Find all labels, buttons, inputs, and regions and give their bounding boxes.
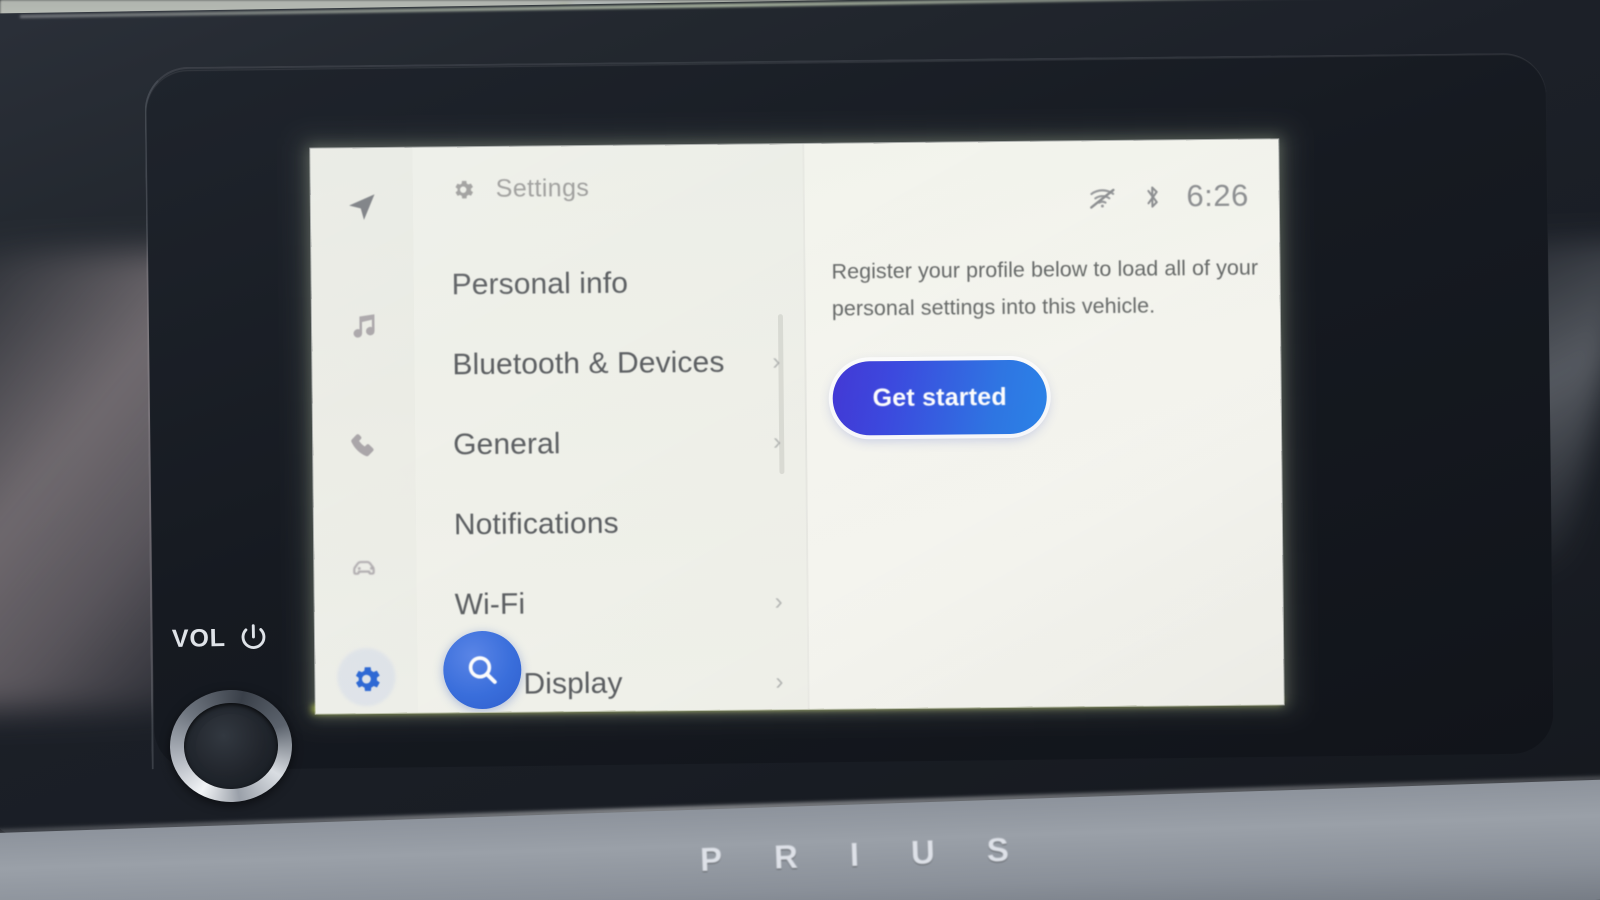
phone-icon xyxy=(351,434,374,457)
detail-description: Register your profile below to load all … xyxy=(831,255,1259,321)
menu-item-personal-info[interactable]: Personal info xyxy=(413,242,804,326)
badge-letter-i: I xyxy=(849,835,862,874)
menu-item-general[interactable]: General › xyxy=(415,402,806,486)
rail-item-settings[interactable] xyxy=(315,642,418,714)
music-note-icon xyxy=(353,314,375,338)
badge-letter-s: S xyxy=(986,830,1012,869)
menu-item-label: Bluetooth & Devices xyxy=(452,345,725,382)
settings-list-panel: Settings Personal info Bluetooth & Devic… xyxy=(412,143,808,713)
wifi-off-icon xyxy=(1089,188,1115,209)
menu-item-label: Personal info xyxy=(451,266,629,302)
badge-letter-u: U xyxy=(910,833,938,872)
app-rail xyxy=(310,147,419,714)
search-button[interactable] xyxy=(442,630,522,710)
power-icon[interactable] xyxy=(236,621,270,655)
get-started-button[interactable]: Get started xyxy=(832,359,1048,436)
detail-panel: 6:26 Register your profile below to load… xyxy=(804,139,1284,709)
gear-icon xyxy=(455,180,474,199)
volume-knob-inner xyxy=(182,701,280,791)
navigation-arrow-icon xyxy=(349,194,375,220)
chevron-right-icon: › xyxy=(774,588,783,616)
rail-item-navigation[interactable] xyxy=(311,170,414,245)
chevron-right-icon: › xyxy=(775,668,784,696)
rail-item-phone[interactable] xyxy=(313,410,416,485)
clock: 6:26 xyxy=(1186,177,1249,214)
menu-item-label: Notifications xyxy=(453,506,619,542)
search-icon xyxy=(468,656,497,684)
volume-knob-face xyxy=(194,712,268,780)
get-started-label: Get started xyxy=(872,382,1007,412)
infotainment-screen[interactable]: Settings Personal info Bluetooth & Devic… xyxy=(310,139,1284,714)
settings-header: Settings xyxy=(451,174,590,204)
volume-label: VOL xyxy=(171,623,227,654)
menu-item-label: Wi-Fi xyxy=(454,587,526,622)
rail-item-media[interactable] xyxy=(312,290,415,365)
screenshot-stage: Settings Personal info Bluetooth & Devic… xyxy=(0,0,1600,900)
badge-letter-r: R xyxy=(773,837,801,876)
menu-item-notifications[interactable]: Notifications xyxy=(416,482,807,566)
car-icon xyxy=(353,560,375,575)
rail-item-vehicle[interactable] xyxy=(314,530,417,605)
volume-label-group: VOL xyxy=(172,621,270,656)
page-title: Settings xyxy=(495,173,590,203)
gear-icon xyxy=(355,667,380,692)
bluetooth-icon xyxy=(1146,185,1158,208)
menu-item-bluetooth-devices[interactable]: Bluetooth & Devices › xyxy=(414,322,805,406)
badge-letter-p: P xyxy=(699,840,725,879)
status-bar: 6:26 xyxy=(1086,178,1249,216)
menu-item-label: General xyxy=(453,427,561,462)
